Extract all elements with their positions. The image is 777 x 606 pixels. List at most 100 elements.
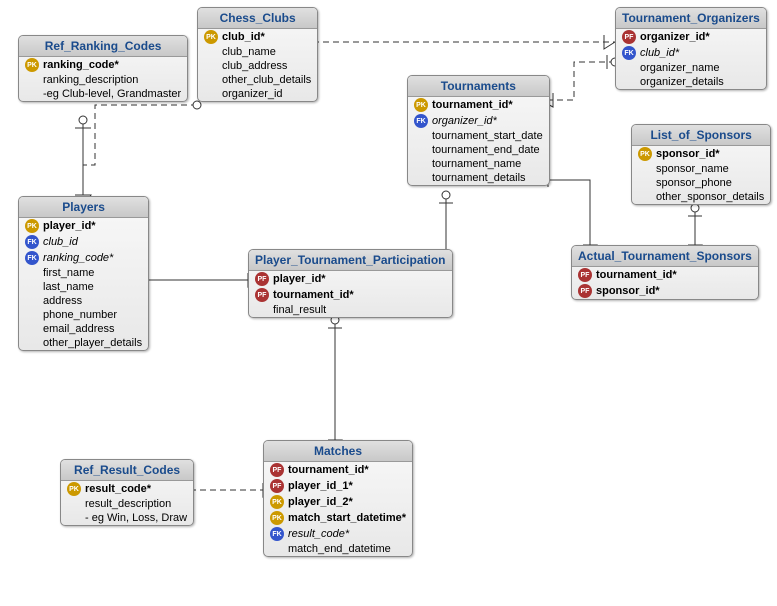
column-row: organizer_name xyxy=(616,61,766,75)
column-name: first_name xyxy=(43,267,94,279)
column-name: result_code* xyxy=(85,483,151,495)
column-name: organizer_id xyxy=(222,88,283,100)
column-row: -eg Club-level, Grandmaster xyxy=(19,87,187,101)
pk-key-icon: PK xyxy=(25,58,39,72)
column-name: organizer_id* xyxy=(640,31,710,43)
column-row: PF sponsor_id* xyxy=(572,283,758,299)
column-name: email_address xyxy=(43,323,115,335)
column-row: address xyxy=(19,294,148,308)
fk-key-icon: FK xyxy=(25,251,39,265)
column-row: other_sponsor_details xyxy=(632,190,770,204)
fk-key-icon: FK xyxy=(270,527,284,541)
column-name: player_id_1* xyxy=(288,480,353,492)
pk-key-icon: PK xyxy=(270,511,284,525)
column-name: - eg Win, Loss, Draw xyxy=(85,512,187,524)
pk-key-icon: PK xyxy=(414,98,428,112)
column-name: tournament_id* xyxy=(273,289,354,301)
column-name: ranking_code* xyxy=(43,252,113,264)
table-player-tournament-participation[interactable]: Player_Tournament_ParticipationPFplayer_… xyxy=(248,249,453,318)
table-players[interactable]: PlayersPK player_id* FK club_id FK ranking_co… xyxy=(18,196,149,351)
pf-key-icon: PF xyxy=(622,30,636,44)
column-name: sponsor_id* xyxy=(656,148,720,160)
table-tournament-organizers[interactable]: Tournament_OrganizersPF organizer_id* FK cl… xyxy=(615,7,767,90)
table-header: Chess_Clubs xyxy=(198,8,317,29)
column-name: club_address xyxy=(222,60,287,72)
fk-key-icon: FK xyxy=(25,235,39,249)
column-row: PFtournament_id* xyxy=(572,267,758,283)
column-row: ranking_description xyxy=(19,73,187,87)
column-name: player_id* xyxy=(43,220,96,232)
table-ref-result-codes[interactable]: Ref_Result_CodesPK result_code* result_des… xyxy=(60,459,194,526)
table-header: Players xyxy=(19,197,148,218)
column-row: PK tournament_id* xyxy=(408,97,549,113)
pf-key-icon: PF xyxy=(255,288,269,302)
column-name: club_id* xyxy=(640,47,679,59)
pk-key-icon: PK xyxy=(25,219,39,233)
column-row: tournament_name xyxy=(408,157,549,171)
column-name: tournament_start_date xyxy=(432,130,543,142)
column-row: email_address xyxy=(19,322,148,336)
column-row: last_name xyxy=(19,280,148,294)
column-row: phone_number xyxy=(19,308,148,322)
column-row: PK player_id* xyxy=(19,218,148,234)
column-row: result_description xyxy=(61,497,193,511)
column-name: last_name xyxy=(43,281,94,293)
column-name: result_code* xyxy=(288,528,349,540)
column-name: sponsor_name xyxy=(656,163,729,175)
column-row: match_end_datetime xyxy=(264,542,412,556)
column-row: tournament_details xyxy=(408,171,549,185)
pf-key-icon: PF xyxy=(578,284,592,298)
table-header: Tournament_Organizers xyxy=(616,8,766,29)
column-name: other_player_details xyxy=(43,337,142,349)
column-row: other_club_details xyxy=(198,73,317,87)
column-name: -eg Club-level, Grandmaster xyxy=(43,88,181,100)
column-name: organizer_details xyxy=(640,76,724,88)
column-name: sponsor_id* xyxy=(596,285,660,297)
pk-key-icon: PK xyxy=(270,495,284,509)
column-name: match_end_datetime xyxy=(288,543,391,555)
column-name: tournament_name xyxy=(432,158,521,170)
column-name: ranking_description xyxy=(43,74,138,86)
column-name: tournament_end_date xyxy=(432,144,540,156)
pf-key-icon: PF xyxy=(578,268,592,282)
column-row: PF tournament_id* xyxy=(264,462,412,478)
column-row: club_name xyxy=(198,45,317,59)
column-row: tournament_start_date xyxy=(408,129,549,143)
column-name: tournament_id* xyxy=(288,464,369,476)
table-header: Ref_Result_Codes xyxy=(61,460,193,481)
column-name: tournament_id* xyxy=(432,99,513,111)
pf-key-icon: PF xyxy=(270,479,284,493)
column-name: player_id_2* xyxy=(288,496,353,508)
column-row: PF tournament_id* xyxy=(249,287,452,303)
column-row: PKsponsor_id* xyxy=(632,146,770,162)
column-row: PK player_id_2* xyxy=(264,494,412,510)
column-name: phone_number xyxy=(43,309,117,321)
table-matches[interactable]: MatchesPFtournament_id*PFplayer_id_1*PKp… xyxy=(263,440,413,557)
column-row: FK ranking_code* xyxy=(19,250,148,266)
column-name: other_sponsor_details xyxy=(656,191,764,203)
pf-key-icon: PF xyxy=(255,272,269,286)
column-row: sponsor_name xyxy=(632,162,770,176)
column-row: PK result_code* xyxy=(61,481,193,497)
column-name: final_result xyxy=(273,304,326,316)
table-ref-ranking-codes[interactable]: Ref_Ranking_CodesPK ranking_code* ranking_… xyxy=(18,35,188,102)
table-tournaments[interactable]: TournamentsPKtournament_id*FKorganizer_i… xyxy=(407,75,550,186)
pk-key-icon: PK xyxy=(67,482,81,496)
column-name: player_id* xyxy=(273,273,326,285)
column-row: final_result xyxy=(249,303,452,317)
table-actual-tournament-sponsors[interactable]: Actual_Tournament_SponsorsPFtournament_i… xyxy=(571,245,759,300)
column-row: first_name xyxy=(19,266,148,280)
column-name: organizer_id* xyxy=(432,115,497,127)
column-row: FK club_id* xyxy=(616,45,766,61)
table-chess-clubs[interactable]: Chess_ClubsPKclub_id*club_name club_addre… xyxy=(197,7,318,102)
fk-key-icon: FK xyxy=(622,46,636,60)
pf-key-icon: PF xyxy=(270,463,284,477)
column-row: PKclub_id* xyxy=(198,29,317,45)
column-name: club_name xyxy=(222,46,276,58)
column-name: club_id xyxy=(43,236,78,248)
column-row: PKmatch_start_datetime* xyxy=(264,510,412,526)
column-row: PF player_id_1* xyxy=(264,478,412,494)
table-list-of-sponsors[interactable]: List_of_SponsorsPKsponsor_id*sponsor_nam… xyxy=(631,124,771,205)
table-header: Ref_Ranking_Codes xyxy=(19,36,187,57)
column-name: ranking_code* xyxy=(43,59,119,71)
